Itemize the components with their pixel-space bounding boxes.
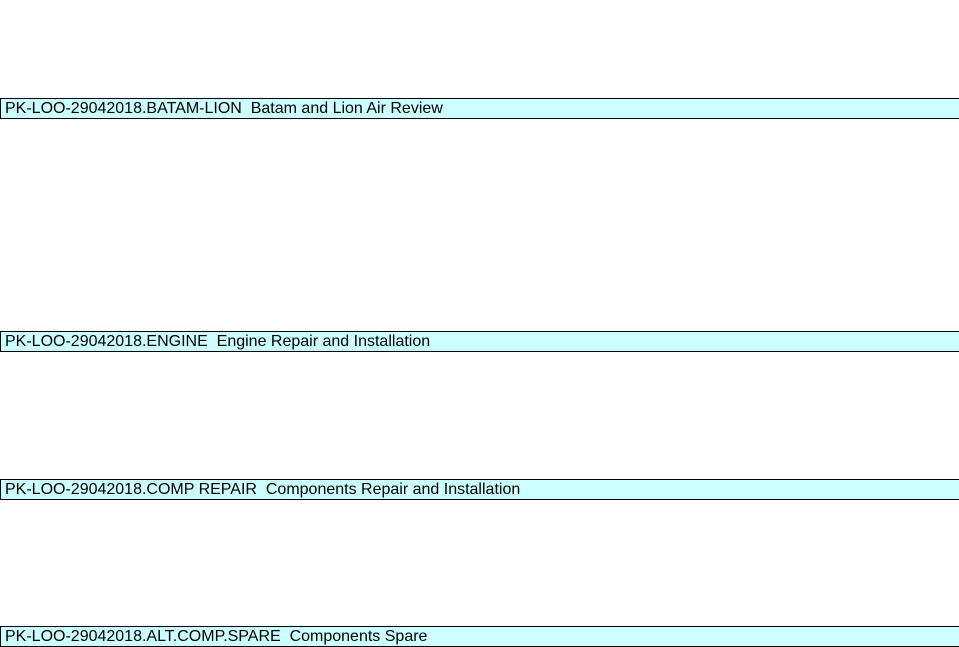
section-code: PK-LOO-29042018.COMP REPAIR — [5, 481, 257, 498]
section-title: Engine Repair and Installation — [216, 333, 431, 350]
section-code: PK-LOO-29042018.ALT.COMP.SPARE — [5, 628, 281, 645]
section-header-batam-lion: PK-LOO-29042018.BATAM-LION Batam and Lio… — [0, 98, 959, 119]
section-title: Batam and Lion Air Review — [250, 100, 443, 117]
section-title: Components Repair and Installation — [265, 481, 521, 498]
section-code: PK-LOO-29042018.ENGINE — [5, 333, 208, 350]
section-header-engine: PK-LOO-29042018.ENGINE Engine Repair and… — [0, 331, 959, 352]
section-code: PK-LOO-29042018.BATAM-LION — [5, 100, 242, 117]
section-title: Components Spare — [289, 628, 428, 645]
section-header-alt-comp-spare: PK-LOO-29042018.ALT.COMP.SPARE Component… — [0, 626, 959, 647]
section-header-comp-repair: PK-LOO-29042018.COMP REPAIR Components R… — [0, 479, 959, 500]
